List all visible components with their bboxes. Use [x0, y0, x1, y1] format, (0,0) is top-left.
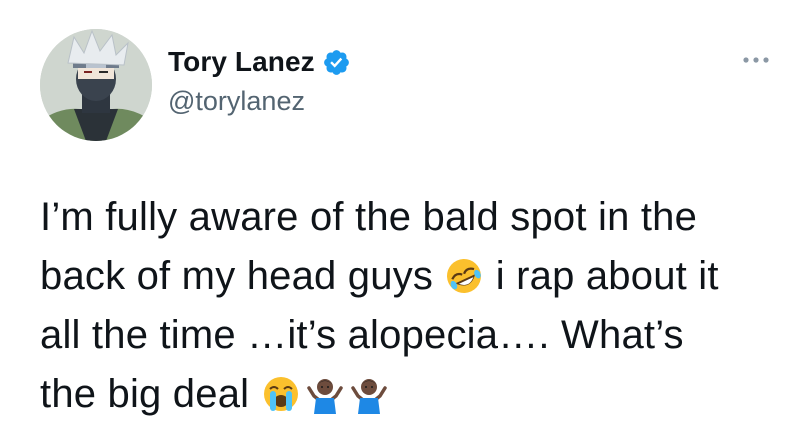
author-handle[interactable]: @torylanez — [168, 86, 305, 117]
author-name-row: Tory Lanez — [168, 44, 351, 80]
tweet-text-line: the big deal — [40, 365, 800, 424]
tweet-card: Tory Lanez @torylanez I’m fully aware of… — [0, 0, 810, 428]
person-shrugging-icon — [350, 379, 387, 414]
tweet-text-line: all the time …it’s alopecia…. What’s — [40, 306, 800, 365]
rolling-on-floor-laughing-icon — [447, 259, 482, 293]
tweet-text-line: I’m fully aware of the bald spot in the — [40, 188, 800, 247]
tweet-text-segment: the big deal — [40, 372, 261, 416]
author-avatar[interactable] — [40, 29, 152, 141]
more-options-icon[interactable] — [741, 53, 771, 67]
avatar-icon — [40, 29, 152, 141]
tweet-text-segment: I’m fully aware of the bald spot in the — [40, 195, 698, 239]
verified-badge-icon — [323, 49, 349, 75]
person-shrugging-icon — [306, 379, 343, 414]
tweet-text-segment: all the time …it’s alopecia…. What’s — [40, 313, 684, 357]
tweet-text-segment: i rap about it — [484, 254, 719, 298]
author-display-name[interactable]: Tory Lanez — [168, 46, 315, 78]
tweet-text-segment: back of my head guys — [40, 254, 445, 298]
tweet-text-line: back of my head guys i rap about it — [40, 247, 800, 306]
tweet-text: I’m fully aware of the bald spot in the … — [40, 188, 800, 424]
loudly-crying-face-icon — [263, 377, 298, 411]
